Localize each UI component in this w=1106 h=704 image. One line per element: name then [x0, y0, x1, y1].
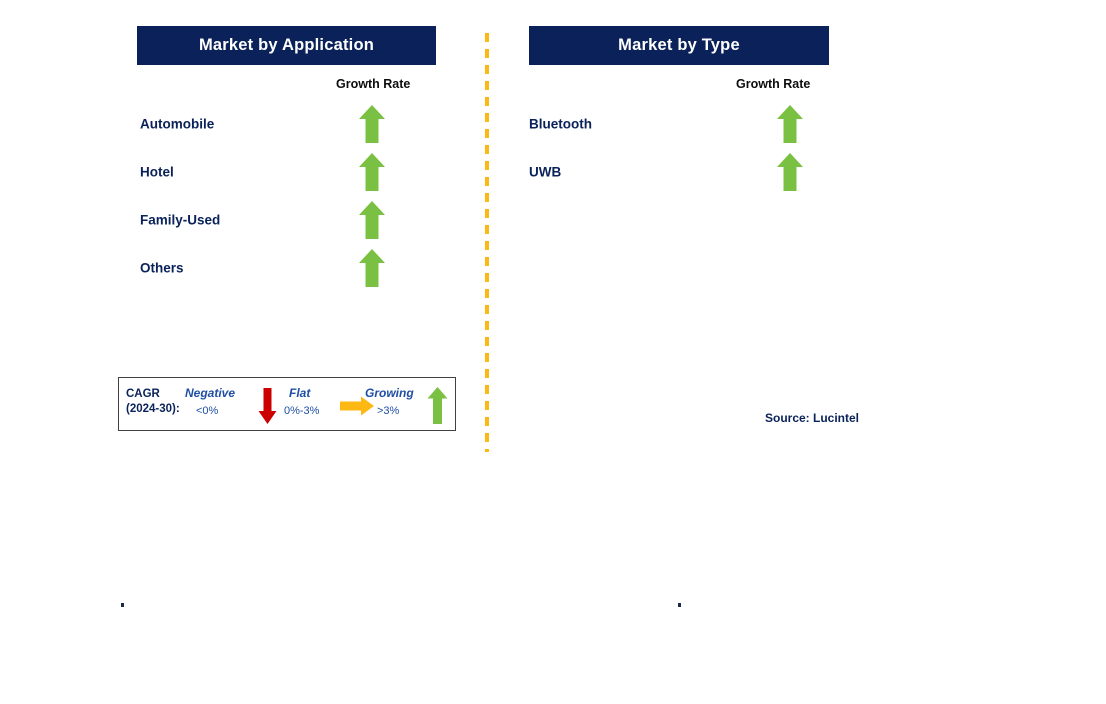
cagr-legend: CAGR (2024-30): Negative <0% Flat 0%-3% [118, 377, 456, 431]
arrow-up-icon [358, 248, 386, 288]
segment-label-automobile: Automobile [140, 116, 215, 132]
legend-range-growing: >3% [377, 405, 400, 417]
legend-label-growing: Growing [365, 386, 414, 400]
growth-rate-caption-type: Growth Rate [736, 77, 811, 91]
registration-dot-left [121, 603, 124, 607]
legend-range-flat: 0%-3% [284, 405, 320, 417]
segment-row-hotel: Hotel [140, 150, 400, 194]
infographic-canvas: Market by Application Growth Rate Automo… [0, 0, 1106, 704]
legend-label-negative: Negative [185, 386, 236, 400]
segment-row-automobile: Automobile [140, 102, 400, 146]
registration-dot-right [678, 603, 681, 607]
panel-header-application: Market by Application [137, 26, 436, 65]
arrow-up-icon [358, 152, 386, 192]
panel-title-type: Market by Type [618, 36, 740, 54]
legend-range-negative: <0% [196, 405, 219, 417]
arrow-up-icon [427, 386, 448, 425]
cagr-legend-title: CAGR (2024-30): [126, 387, 180, 417]
cagr-legend-title-line1: CAGR [126, 388, 160, 400]
segment-label-family-used: Family-Used [140, 212, 221, 228]
segment-label-uwb: UWB [529, 164, 562, 180]
segment-row-uwb: UWB [529, 150, 809, 194]
legend-label-flat: Flat [289, 386, 311, 400]
segment-label-hotel: Hotel [140, 164, 174, 180]
arrow-up-icon [776, 152, 804, 192]
arrow-up-icon [358, 200, 386, 240]
growth-rate-caption-application: Growth Rate [336, 77, 411, 91]
segment-label-others: Others [140, 260, 184, 276]
legend-item-negative: Negative <0% [185, 378, 247, 430]
panel-title-application: Market by Application [198, 36, 375, 54]
cagr-legend-title-line2: (2024-30): [126, 403, 180, 415]
legend-item-growing: Growing >3% [365, 378, 423, 430]
segment-label-bluetooth: Bluetooth [529, 116, 592, 132]
arrow-up-icon [358, 104, 386, 144]
arrow-up-icon [776, 104, 804, 144]
source-note: Source: Lucintel [765, 411, 860, 425]
legend-item-flat: Flat 0%-3% [284, 378, 332, 430]
panel-header-type: Market by Type [529, 26, 829, 65]
vertical-dashed-divider [485, 33, 489, 452]
segment-row-others: Others [140, 246, 400, 290]
segment-row-bluetooth: Bluetooth [529, 102, 809, 146]
segment-row-family-used: Family-Used [140, 198, 400, 242]
arrow-down-icon [258, 387, 277, 425]
